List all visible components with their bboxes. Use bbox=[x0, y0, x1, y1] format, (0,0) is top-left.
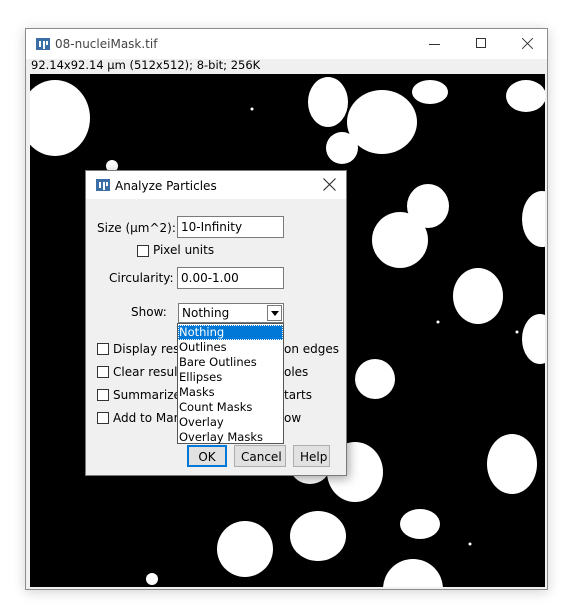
image-window-titlebar[interactable]: 08-nucleiMask.tif bbox=[26, 29, 547, 59]
image-info: 92.14x92.14 µm (512x512); 8-bit; 256K bbox=[31, 58, 261, 72]
pixel-units-label: Pixel units bbox=[153, 243, 215, 257]
in-situ-show-label: ow bbox=[284, 411, 302, 425]
show-option-bare-outlines[interactable]: Bare Outlines bbox=[178, 355, 283, 370]
clear-results-checkbox[interactable] bbox=[97, 366, 109, 378]
chevron-down-icon[interactable] bbox=[267, 305, 282, 321]
show-option-overlay-masks[interactable]: Overlay Masks bbox=[178, 430, 283, 445]
cancel-button[interactable]: Cancel bbox=[234, 445, 286, 467]
show-select[interactable]: Nothing bbox=[178, 303, 284, 323]
dialog-close-icon[interactable] bbox=[322, 177, 338, 193]
include-holes-label: oles bbox=[284, 365, 309, 379]
imagej-icon bbox=[36, 38, 50, 50]
pixel-units-checkbox[interactable] bbox=[137, 245, 149, 257]
exclude-on-edges-label: on edges bbox=[284, 342, 340, 356]
imagej-icon bbox=[96, 179, 110, 191]
show-label: Show: bbox=[131, 305, 167, 319]
circularity-input[interactable] bbox=[177, 267, 284, 289]
dialog-title: Analyze Particles bbox=[115, 179, 217, 193]
size-input[interactable] bbox=[177, 216, 284, 238]
show-option-ellipses[interactable]: Ellipses bbox=[178, 370, 283, 385]
record-starts-label: tarts bbox=[284, 388, 312, 402]
add-to-manager-checkbox[interactable] bbox=[97, 412, 109, 424]
maximize-button[interactable] bbox=[458, 29, 504, 59]
minimize-button[interactable] bbox=[412, 29, 458, 59]
show-option-outlines[interactable]: Outlines bbox=[178, 340, 283, 355]
circularity-label: Circularity: bbox=[109, 271, 174, 285]
show-option-nothing[interactable]: Nothing bbox=[178, 325, 283, 340]
maximize-icon bbox=[476, 38, 486, 48]
help-button[interactable]: Help bbox=[293, 445, 330, 467]
show-option-masks[interactable]: Masks bbox=[178, 385, 283, 400]
show-option-overlay[interactable]: Overlay bbox=[178, 415, 283, 430]
display-results-checkbox[interactable] bbox=[97, 343, 109, 355]
show-select-value: Nothing bbox=[182, 306, 230, 320]
minimize-icon bbox=[429, 44, 440, 45]
close-button[interactable] bbox=[504, 29, 550, 59]
size-label: Size (µm^2): bbox=[97, 221, 176, 235]
clear-results-label: Clear result bbox=[113, 365, 183, 379]
summarize-checkbox[interactable] bbox=[97, 389, 109, 401]
summarize-label: Summarize bbox=[113, 388, 181, 402]
display-results-label: Display resu bbox=[113, 342, 187, 356]
show-dropdown-list: Nothing Outlines Bare Outlines Ellipses … bbox=[177, 323, 284, 444]
image-window-title: 08-nucleiMask.tif bbox=[55, 37, 158, 51]
dialog-titlebar[interactable]: Analyze Particles bbox=[86, 171, 346, 199]
ok-button[interactable]: OK bbox=[187, 445, 227, 467]
close-icon bbox=[521, 37, 534, 50]
show-option-count-masks[interactable]: Count Masks bbox=[178, 400, 283, 415]
